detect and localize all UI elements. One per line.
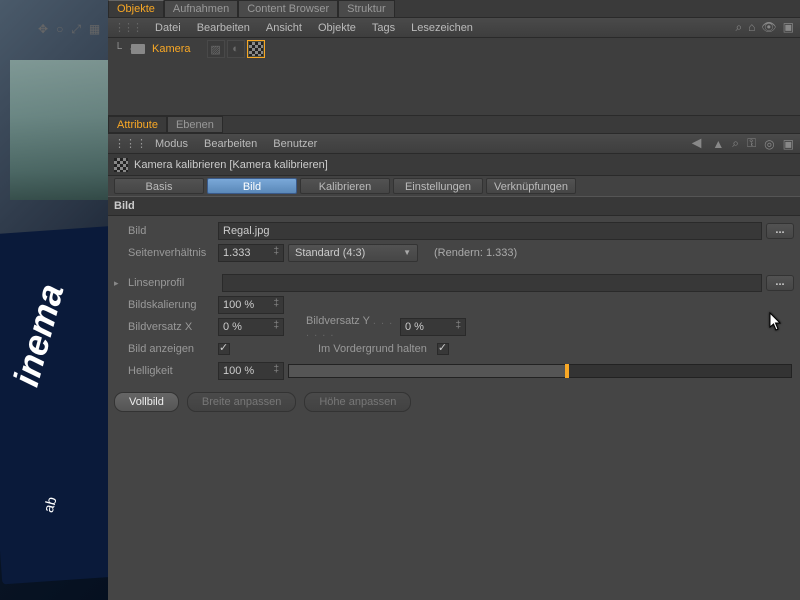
attr-menu-bearbeiten[interactable]: Bearbeiten <box>196 136 265 152</box>
tag-slot-1[interactable]: ▨ <box>207 40 225 58</box>
viewport-image-top <box>10 60 108 200</box>
input-offset-y[interactable]: 0 % <box>400 318 466 336</box>
label-aspect: Seitenverhältnis <box>114 247 214 259</box>
expand-handle[interactable]: └ <box>108 40 128 58</box>
subtab-bild[interactable]: Bild <box>207 178 297 194</box>
label-keep-foreground: Im Vordergrund halten <box>318 343 427 355</box>
label-bild: Bild <box>114 225 214 237</box>
label-show-image: Bild anzeigen <box>114 343 214 355</box>
lock-icon[interactable]: ⚿ <box>747 136 756 151</box>
search-icon[interactable]: ⌕ <box>732 136 739 151</box>
target-icon[interactable]: ◎ <box>764 137 774 151</box>
expand-icon[interactable]: ⤢ <box>71 22 81 37</box>
tab-objekte[interactable]: Objekte <box>108 0 164 17</box>
attribute-object-header: Kamera kalibrieren [Kamera kalibrieren] <box>108 154 800 176</box>
menu-datei[interactable]: Datei <box>147 20 189 36</box>
disclosure-icon[interactable]: ▸ <box>114 278 124 289</box>
menu-tags[interactable]: Tags <box>364 20 403 36</box>
move-icon[interactable]: ✥ <box>38 22 48 37</box>
aspect-render-note: (Rendern: 1.333) <box>434 247 517 259</box>
attributes-body: Bild ... Seitenverhältnis 1.333 Standard… <box>108 216 800 386</box>
home-icon[interactable]: ⌂ <box>748 20 755 35</box>
input-aspect-value[interactable]: 1.333 <box>218 244 284 262</box>
attribute-menu: ⋮⋮⋮ Modus Bearbeiten Benutzer ◄ ▲ ⌕ ⚿ ◎ … <box>108 134 800 154</box>
row-checks: Bild anzeigen Im Vordergrund halten <box>114 338 794 360</box>
up-arrow-icon[interactable]: ▲ <box>712 137 724 151</box>
camera-object-icon <box>128 40 148 58</box>
tab-aufnahmen[interactable]: Aufnahmen <box>164 0 238 17</box>
circle-icon[interactable]: ○ <box>56 22 63 37</box>
manager-panel: Objekte Aufnahmen Content Browser Strukt… <box>108 0 800 600</box>
menu-objekte[interactable]: Objekte <box>310 20 364 36</box>
label-brightness: Helligkeit <box>114 365 214 377</box>
browse-bild-button[interactable]: ... <box>766 223 794 239</box>
row-brightness: Helligkeit 100 % <box>114 360 794 382</box>
input-brightness[interactable]: 100 % <box>218 362 284 380</box>
browse-lens-button[interactable]: ... <box>766 275 794 291</box>
section-heading: Bild <box>108 196 800 216</box>
viewport-image-sign <box>0 226 108 585</box>
input-lensprofile[interactable] <box>222 274 762 292</box>
dropdown-aspect-preset[interactable]: Standard (4:3) <box>288 244 418 262</box>
attribute-tabs: Attribute Ebenen <box>108 116 800 134</box>
calibrator-tag-icon <box>114 158 128 172</box>
search-icon[interactable]: ⌕ <box>735 20 742 35</box>
subtab-kalibrieren[interactable]: Kalibrieren <box>300 178 390 194</box>
label-offset-y: Bildversatz Y . . . . . . . <box>306 315 396 339</box>
manager-tabs: Objekte Aufnahmen Content Browser Strukt… <box>108 0 800 18</box>
row-lensprofile: ▸ Linsenprofil ... <box>114 272 794 294</box>
menu-bearbeiten[interactable]: Bearbeiten <box>189 20 258 36</box>
tab-struktur[interactable]: Struktur <box>338 0 395 17</box>
fit-buttons: Vollbild Breite anpassen Höhe anpassen <box>108 386 800 418</box>
checkbox-show-image[interactable] <box>218 343 230 355</box>
row-bild: Bild ... <box>114 220 794 242</box>
row-scale: Bildskalierung 100 % <box>114 294 794 316</box>
button-fit-width: Breite anpassen <box>187 392 297 412</box>
checkbox-keep-foreground[interactable] <box>437 343 449 355</box>
attr-menu-benutzer[interactable]: Benutzer <box>265 136 325 152</box>
tag-slot-2[interactable]: ◐ <box>227 40 245 58</box>
row-aspect: Seitenverhältnis 1.333 Standard (4:3) (R… <box>114 242 794 264</box>
grip-icon[interactable]: ⋮⋮⋮ <box>114 21 141 34</box>
attribute-subtabs: Basis Bild Kalibrieren Einstellungen Ver… <box>108 176 800 196</box>
grid-icon[interactable]: ▦ <box>89 22 100 37</box>
row-offsets: Bildversatz X 0 % Bildversatz Y . . . . … <box>114 316 794 338</box>
tab-ebenen[interactable]: Ebenen <box>167 116 223 133</box>
dock-icon[interactable]: ▣ <box>783 20 794 35</box>
input-scale[interactable]: 100 % <box>218 296 284 314</box>
subtab-basis[interactable]: Basis <box>114 178 204 194</box>
attribute-title: Kamera kalibrieren [Kamera kalibrieren] <box>134 159 328 171</box>
object-manager-menu: ⋮⋮⋮ Datei Bearbeiten Ansicht Objekte Tag… <box>108 18 800 38</box>
input-offset-x[interactable]: 0 % <box>218 318 284 336</box>
viewport-preview[interactable]: ✥ ○ ⤢ ▦ inema ab <box>0 0 108 600</box>
input-bild-path[interactable] <box>218 222 762 240</box>
slider-brightness[interactable] <box>288 364 792 378</box>
grip-icon[interactable]: ⋮⋮⋮ <box>114 137 147 150</box>
tag-camera-calibrator[interactable] <box>247 40 265 58</box>
eye-icon[interactable]: 👁 <box>761 20 776 35</box>
subtab-verknuepfungen[interactable]: Verknüpfungen <box>486 178 576 194</box>
object-tree[interactable]: └ Kamera ▨ ◐ <box>108 38 800 116</box>
viewport-tool-icons[interactable]: ✥ ○ ⤢ ▦ <box>38 22 100 37</box>
tree-row-kamera[interactable]: └ Kamera ▨ ◐ <box>108 38 800 60</box>
new-icon[interactable]: ▣ <box>783 137 794 151</box>
tab-content-browser[interactable]: Content Browser <box>238 0 338 17</box>
button-fit-height: Höhe anpassen <box>304 392 411 412</box>
menu-lesezeichen[interactable]: Lesezeichen <box>403 20 481 36</box>
object-tags: ▨ ◐ <box>207 40 265 58</box>
label-scale: Bildskalierung <box>114 299 214 311</box>
tab-attribute[interactable]: Attribute <box>108 116 167 133</box>
label-lensprofile: Linsenprofil <box>128 277 218 289</box>
button-vollbild[interactable]: Vollbild <box>114 392 179 412</box>
tree-item-label[interactable]: Kamera <box>148 42 195 56</box>
menu-ansicht[interactable]: Ansicht <box>258 20 310 36</box>
label-offset-x: Bildversatz X <box>114 321 214 333</box>
back-arrow-icon[interactable]: ◄ <box>689 135 705 153</box>
attr-menu-modus[interactable]: Modus <box>147 136 196 152</box>
subtab-einstellungen[interactable]: Einstellungen <box>393 178 483 194</box>
